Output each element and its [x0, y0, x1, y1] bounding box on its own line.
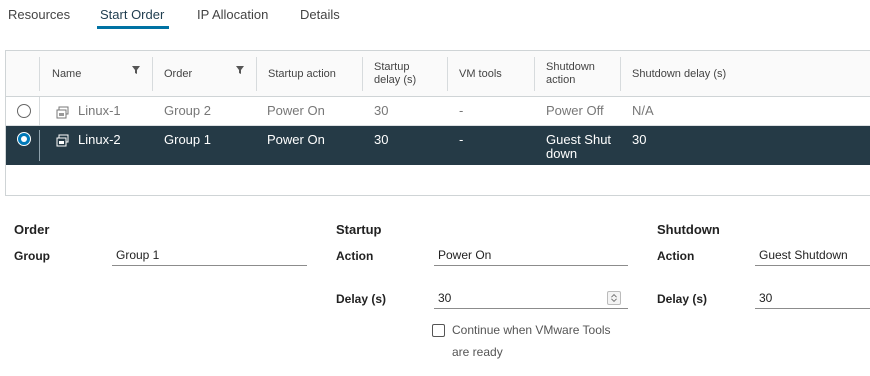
shutdown-delay-input[interactable] [755, 287, 870, 309]
cell-shutdown-action: Power Off [546, 103, 604, 118]
tab-ip-allocation[interactable]: IP Allocation [197, 7, 268, 22]
group-label: Group [14, 249, 50, 263]
cell-vm-tools: - [459, 103, 464, 118]
column-header-name-label: Name [52, 67, 82, 80]
cell-startup-action: Power On [267, 103, 325, 118]
cell-order: Group 2 [164, 103, 211, 118]
column-header-shutdown-action: Shutdown action [534, 51, 620, 97]
column-header-order-label: Order [164, 67, 193, 80]
shutdown-action-label: Action [657, 249, 695, 263]
cell-startup-delay: 30 [374, 132, 389, 147]
column-header-startup-delay-label: Startup delay (s) [374, 61, 417, 86]
cell-name: Linux-1 [78, 103, 121, 118]
startup-action-field[interactable]: Power On [434, 244, 628, 266]
column-header-startup-action: Startup action [256, 51, 362, 97]
cell-shutdown-delay: 30 [632, 132, 647, 147]
continue-when-tools-ready-checkbox[interactable] [432, 324, 445, 337]
startup-delay-input[interactable] [434, 287, 628, 309]
tab-details[interactable]: Details [300, 7, 340, 22]
table-row-selected[interactable]: Linux-2 Group 1 Power On 30 - Guest Shut… [6, 126, 870, 165]
column-header-shutdown-delay: Shutdown delay (s) [620, 51, 820, 97]
order-section-title: Order [14, 222, 50, 237]
shutdown-delay-text[interactable] [759, 288, 870, 308]
start-order-grid: Name Order Startup action Startup delay … [5, 50, 870, 196]
column-header-vm-tools: VM tools [447, 51, 534, 97]
startup-section-title: Startup [336, 222, 382, 237]
vm-icon [56, 134, 69, 147]
vm-icon [56, 106, 69, 119]
group-field[interactable]: Group 1 [112, 244, 307, 266]
grid-header: Name Order Startup action Startup delay … [6, 51, 870, 97]
name-filter-icon[interactable] [131, 65, 141, 75]
row-select-radio[interactable] [17, 132, 31, 146]
table-row[interactable]: Linux-1 Group 2 Power On 30 - Power Off … [6, 97, 870, 126]
cell-order: Group 1 [164, 132, 211, 147]
startup-delay-text[interactable] [438, 288, 628, 308]
column-header-shutdown-action-label: Shutdown action [546, 61, 595, 86]
tab-bar: Resources Start Order IP Allocation Deta… [0, 0, 870, 30]
order-filter-icon[interactable] [235, 65, 245, 75]
column-header-shutdown-delay-label: Shutdown delay (s) [632, 67, 727, 80]
active-tab-indicator [97, 26, 169, 29]
cell-startup-delay: 30 [374, 103, 389, 118]
shutdown-delay-label: Delay (s) [657, 292, 708, 306]
cell-shutdown-action: Guest Shut down [546, 132, 612, 161]
cell-shutdown-delay: N/A [632, 103, 654, 118]
column-header-startup-action-label: Startup action [268, 67, 336, 80]
shutdown-section-title: Shutdown [657, 222, 720, 237]
continue-when-tools-ready-label: Continue when VMware Tools are ready [452, 323, 611, 359]
row-select-radio[interactable] [17, 104, 31, 118]
delay-stepper-icon[interactable] [607, 291, 621, 305]
cell-name: Linux-2 [78, 132, 121, 147]
shutdown-action-field[interactable]: Guest Shutdown [755, 244, 870, 266]
tab-start-order[interactable]: Start Order [100, 7, 164, 22]
startup-action-label: Action [336, 249, 374, 263]
row-separator [39, 97, 40, 126]
column-header-vm-tools-label: VM tools [459, 67, 502, 80]
cell-vm-tools: - [459, 132, 464, 147]
cell-startup-action: Power On [267, 132, 325, 147]
column-header-startup-delay: Startup delay (s) [362, 51, 446, 97]
tab-resources[interactable]: Resources [8, 7, 70, 22]
row-separator [39, 130, 40, 161]
startup-delay-label: Delay (s) [336, 292, 387, 306]
